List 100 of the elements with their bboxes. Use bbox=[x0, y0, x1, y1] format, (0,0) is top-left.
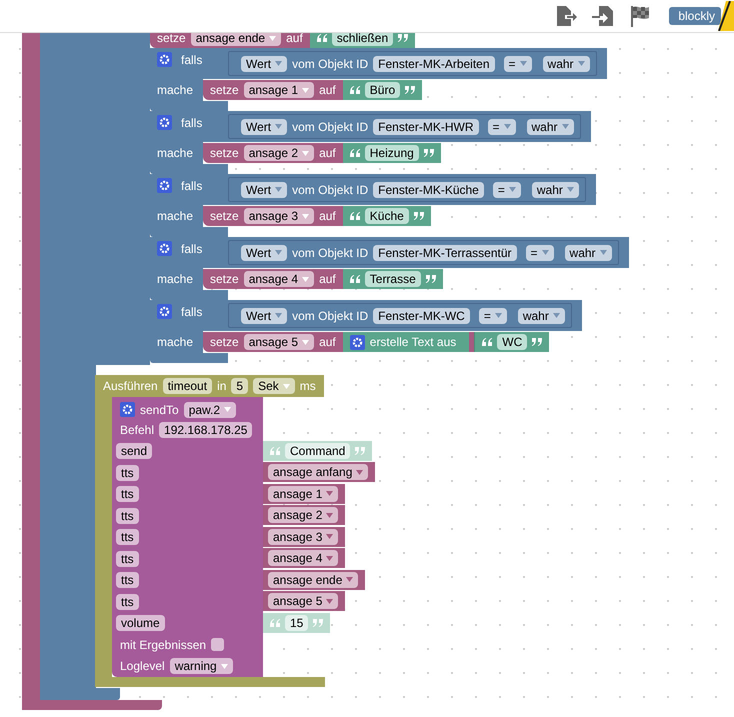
blockly-badge[interactable]: blockly bbox=[669, 7, 721, 25]
gear-icon[interactable] bbox=[350, 334, 365, 350]
variable-dropdown[interactable]: ansage 2 bbox=[244, 145, 314, 161]
caret-icon bbox=[494, 313, 502, 318]
text-field[interactable]: 15 bbox=[285, 614, 308, 630]
block-label: setze bbox=[210, 272, 239, 286]
boolean-dropdown[interactable]: wahr bbox=[532, 182, 579, 198]
parameter-field[interactable]: tts bbox=[116, 594, 139, 610]
variable-dropdown[interactable]: ansage 3 bbox=[268, 528, 338, 544]
caret-icon bbox=[269, 36, 276, 40]
block-label: auf bbox=[319, 146, 336, 160]
object-id-field[interactable]: Fenster-MK-WC bbox=[373, 308, 470, 324]
caret-icon bbox=[275, 250, 282, 255]
parameter-field[interactable]: volume bbox=[116, 615, 165, 632]
gear-icon[interactable] bbox=[120, 402, 135, 417]
variable-dropdown[interactable]: ansage 2 bbox=[268, 507, 338, 523]
import-icon[interactable] bbox=[591, 4, 616, 28]
boolean-dropdown[interactable]: wahr bbox=[526, 118, 574, 134]
close-quote-icon bbox=[313, 618, 324, 626]
block-label: auf bbox=[319, 335, 336, 349]
open-quote-icon bbox=[482, 338, 492, 346]
variable-dropdown[interactable]: ansage ende bbox=[190, 33, 282, 46]
caret-icon bbox=[562, 124, 569, 129]
instance-dropdown[interactable]: paw.2 bbox=[184, 402, 236, 418]
boolean-dropdown[interactable]: wahr bbox=[518, 308, 565, 324]
block-label: mache bbox=[157, 272, 194, 286]
open-quote-icon bbox=[350, 149, 360, 157]
open-quote-icon bbox=[350, 86, 360, 94]
text-field[interactable]: Terrasse bbox=[364, 271, 421, 287]
block-label: setze bbox=[210, 83, 239, 97]
caret-icon bbox=[275, 187, 282, 192]
number-field[interactable]: 5 bbox=[231, 378, 248, 394]
object-id-field[interactable]: Fenster-MK-Arbeiten bbox=[373, 56, 495, 72]
unit-dropdown[interactable]: Sek bbox=[253, 378, 295, 394]
gear-icon[interactable] bbox=[157, 115, 172, 130]
object-id-field[interactable]: Fenster-MK-HWR bbox=[373, 118, 478, 134]
caret-icon bbox=[326, 556, 334, 560]
block-label: mit Ergebnissen bbox=[120, 638, 206, 652]
property-dropdown[interactable]: Wert bbox=[241, 118, 288, 134]
text-field[interactable]: Command bbox=[285, 442, 350, 458]
variable-dropdown[interactable]: ansage 1 bbox=[268, 486, 338, 502]
operator-dropdown[interactable]: = bbox=[488, 118, 516, 134]
parameter-field[interactable]: tts bbox=[116, 550, 139, 567]
block-label: vom Objekt ID bbox=[292, 308, 368, 322]
variable-dropdown[interactable]: ansage 5 bbox=[244, 334, 314, 350]
variable-dropdown[interactable]: ansage ende bbox=[268, 572, 358, 588]
text-field[interactable]: WC bbox=[497, 334, 528, 350]
block-label: setze bbox=[210, 146, 239, 160]
checkbox[interactable] bbox=[211, 638, 224, 652]
gear-icon[interactable] bbox=[157, 178, 172, 193]
operator-dropdown[interactable]: = bbox=[492, 182, 521, 198]
object-id-field[interactable]: Fenster-MK-Terrassentür bbox=[373, 244, 517, 260]
variable-dropdown[interactable]: ansage 4 bbox=[268, 550, 338, 566]
variable-dropdown[interactable]: ansage 1 bbox=[244, 82, 314, 98]
close-quote-icon bbox=[414, 212, 424, 220]
operator-dropdown[interactable]: = bbox=[504, 56, 532, 72]
name-field[interactable]: timeout bbox=[162, 378, 212, 394]
loglevel-dropdown[interactable]: warning bbox=[170, 658, 233, 674]
open-quote-icon bbox=[350, 275, 360, 283]
gear-icon[interactable] bbox=[157, 241, 172, 256]
variable-dropdown[interactable]: ansage 3 bbox=[244, 208, 314, 224]
text-field[interactable]: schließen bbox=[332, 33, 394, 46]
export-icon[interactable] bbox=[554, 4, 578, 28]
variable-dropdown[interactable]: ansage anfang bbox=[268, 464, 368, 480]
caret-icon bbox=[356, 470, 364, 474]
gear-icon[interactable] bbox=[157, 304, 172, 319]
block-label: erstelle Text aus bbox=[370, 335, 456, 349]
parameter-field[interactable]: send bbox=[116, 443, 152, 460]
boolean-dropdown[interactable]: wahr bbox=[564, 244, 612, 260]
text-field[interactable]: Heizung bbox=[364, 145, 419, 161]
property-dropdown[interactable]: Wert bbox=[241, 244, 288, 260]
parameter-field[interactable]: tts bbox=[116, 529, 139, 546]
text-field[interactable]: Büro bbox=[364, 82, 400, 98]
block-label: falls bbox=[181, 116, 202, 130]
property-dropdown[interactable]: Wert bbox=[241, 182, 288, 198]
caret-icon bbox=[302, 214, 310, 218]
caret-icon bbox=[302, 276, 310, 282]
caret-icon bbox=[224, 407, 232, 412]
parameter-field[interactable]: tts bbox=[116, 508, 139, 524]
variable-dropdown[interactable]: ansage 5 bbox=[268, 593, 338, 609]
block-label: mache bbox=[157, 146, 194, 160]
caret-icon bbox=[566, 187, 574, 192]
parameter-field[interactable]: tts bbox=[116, 464, 139, 481]
gear-icon[interactable] bbox=[157, 52, 172, 67]
open-quote-icon bbox=[270, 618, 280, 626]
parameter-field[interactable]: tts bbox=[116, 486, 139, 502]
operator-dropdown[interactable]: = bbox=[478, 308, 507, 324]
block-label: falls bbox=[181, 52, 202, 66]
property-dropdown[interactable]: Wert bbox=[241, 56, 288, 72]
property-dropdown[interactable]: Wert bbox=[241, 308, 288, 324]
caret-icon bbox=[520, 61, 527, 66]
text-field[interactable]: Küche bbox=[364, 208, 409, 224]
address-field[interactable]: 192.168.178.25 bbox=[159, 422, 252, 438]
operator-dropdown[interactable]: = bbox=[526, 244, 554, 260]
boolean-dropdown[interactable]: wahr bbox=[542, 56, 590, 72]
variable-dropdown[interactable]: ansage 4 bbox=[244, 271, 314, 287]
object-id-field[interactable]: Fenster-MK-Küche bbox=[373, 182, 484, 198]
block-label: vom Objekt ID bbox=[292, 182, 368, 196]
block-label: mache bbox=[157, 209, 194, 223]
parameter-field[interactable]: tts bbox=[116, 572, 139, 588]
